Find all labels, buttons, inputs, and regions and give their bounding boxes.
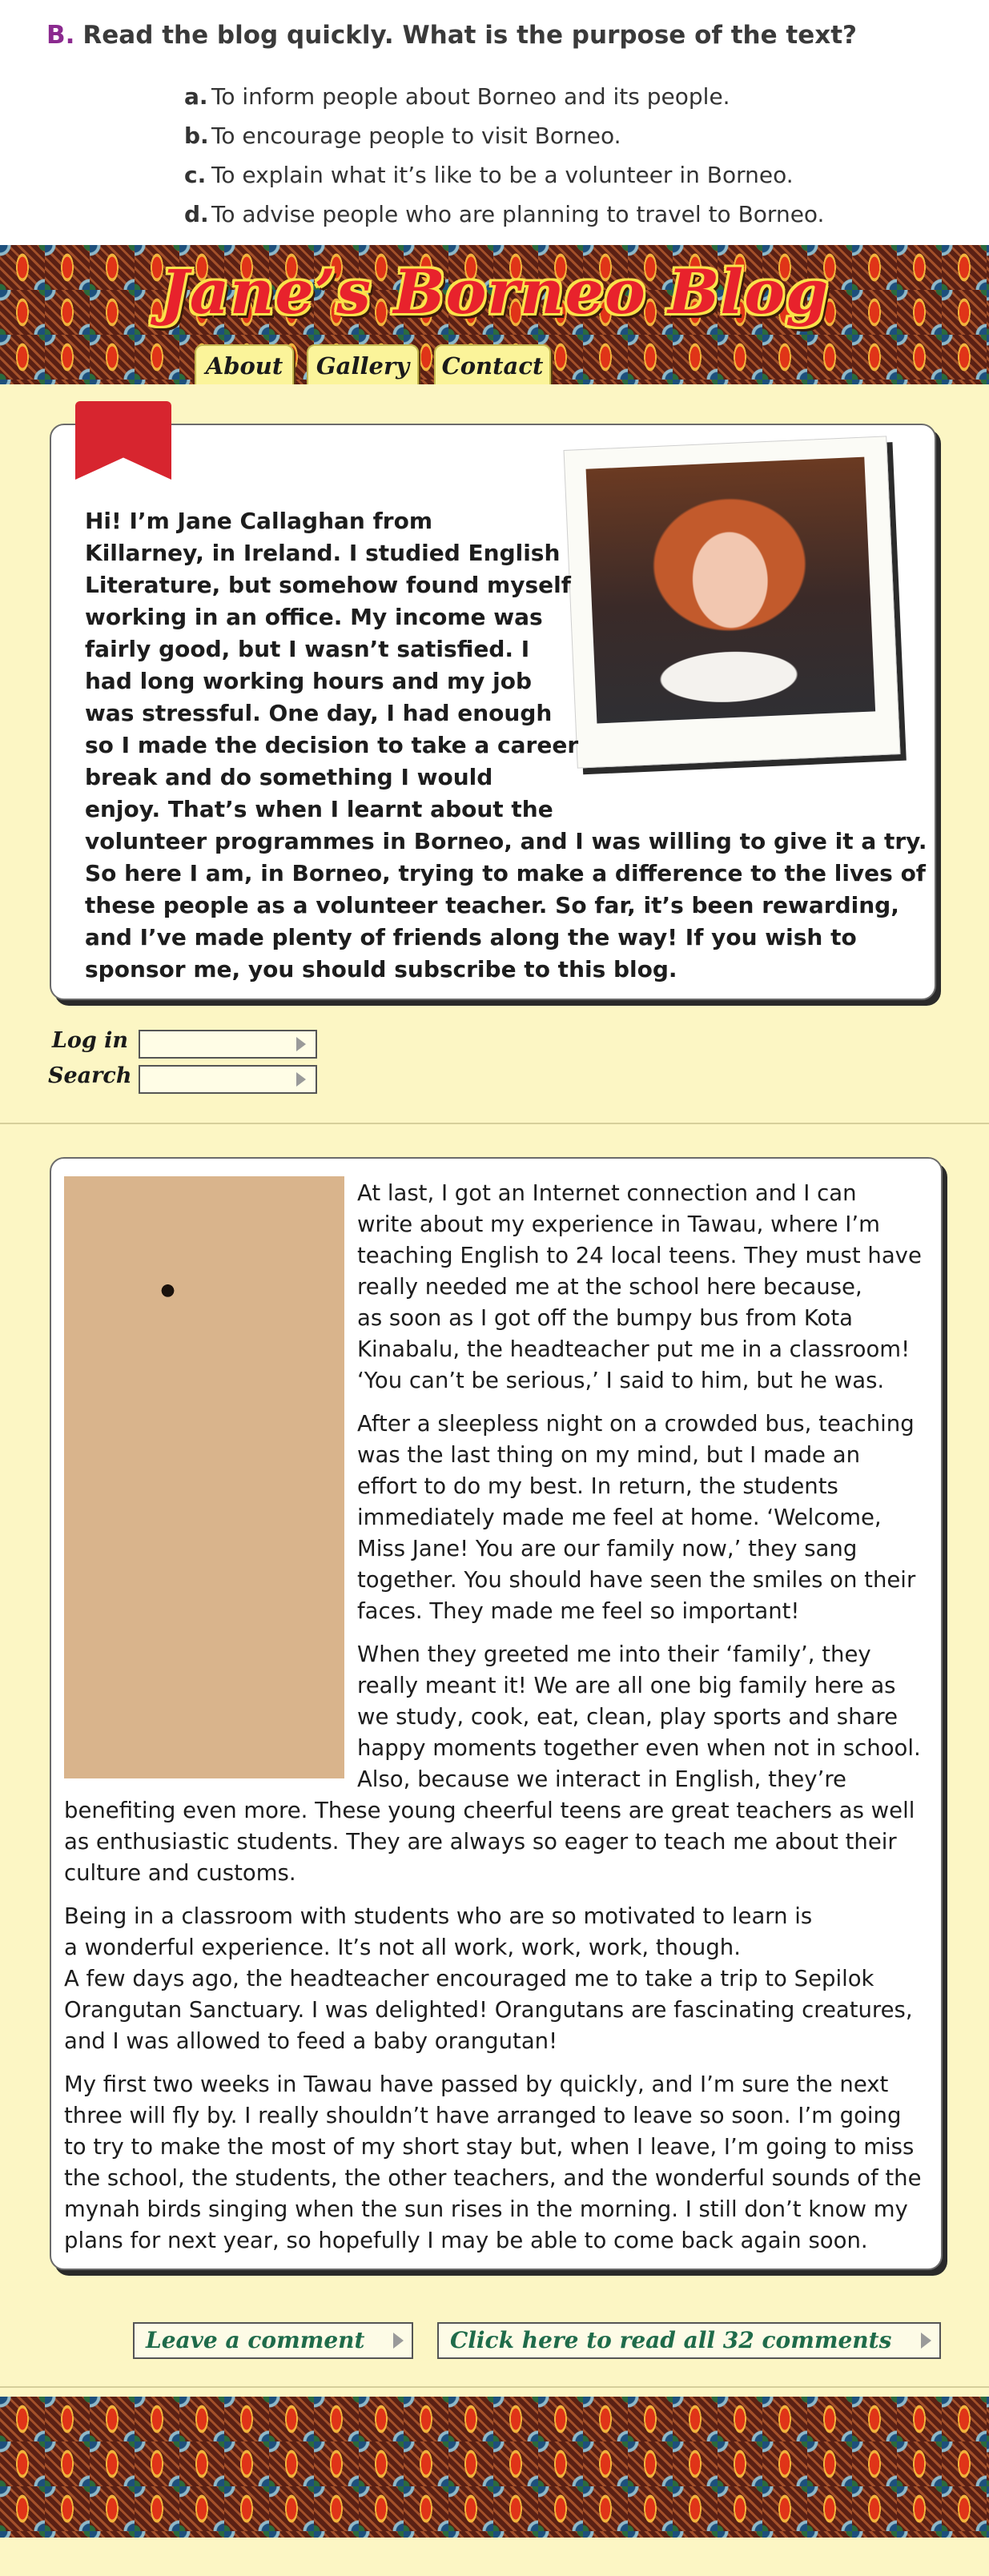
post-line: happy moments together even when not in … bbox=[357, 1735, 921, 1761]
intro-line: Literature, but somehow found myself bbox=[85, 572, 571, 598]
post-line: ‘You can’t be serious,’ I said to him, b… bbox=[357, 1368, 885, 1393]
option-key: a. bbox=[184, 83, 208, 110]
post-line: At last, I got an Internet connection an… bbox=[357, 1180, 857, 1206]
post-line: mynah birds singing when the sun rises i… bbox=[64, 2196, 908, 2222]
intro-line: sponsor me, you should subscribe to this… bbox=[85, 956, 677, 983]
option-text: To advise people who are planning to tra… bbox=[211, 201, 825, 227]
post-line: three will fly by. I really shouldn’t ha… bbox=[64, 2103, 902, 2128]
post-line: teaching English to 24 local teens. They… bbox=[357, 1243, 922, 1268]
question-title: B. Read the blog quickly. What is the pur… bbox=[46, 21, 857, 50]
intro-card: Hi! I’m Jane Callaghan from Killarney, i… bbox=[50, 401, 936, 1000]
intro-line: and I’ve made plenty of friends along th… bbox=[85, 924, 857, 950]
question-section: B. Read the blog quickly. What is the pur… bbox=[0, 0, 989, 245]
login-label: Log in bbox=[51, 1028, 128, 1053]
question-prompt: Read the blog quickly. What is the purpo… bbox=[82, 21, 858, 50]
option-text: To encourage people to visit Borneo. bbox=[211, 123, 621, 149]
intro-line: volunteer programmes in Borneo, and I wa… bbox=[85, 828, 927, 854]
post-line: to try to make the most of my short stay… bbox=[64, 2134, 915, 2160]
post-line: we study, cook, eat, clean, play sports … bbox=[357, 1704, 898, 1730]
blog-title: Jane’s Borneo Blog bbox=[159, 256, 830, 328]
bookmark-icon bbox=[75, 401, 171, 480]
intro-line: enjoy. That’s when I learnt about the bbox=[85, 796, 553, 822]
post-line: Being in a classroom with students who a… bbox=[64, 1903, 813, 1929]
leave-comment-label: Leave a comment bbox=[146, 2327, 365, 2353]
blog-panel: Hi! I’m Jane Callaghan from Killarney, i… bbox=[0, 384, 989, 2397]
search-input[interactable] bbox=[139, 1065, 317, 1094]
option-text: To inform people about Borneo and its pe… bbox=[211, 83, 730, 110]
post-line: a wonderful experience. It’s not all wor… bbox=[64, 1935, 741, 1960]
nav-tab-gallery[interactable]: Gallery bbox=[307, 344, 419, 388]
post-line: together. You should have seen the smile… bbox=[357, 1567, 916, 1593]
post-line: write about my experience in Tawau, wher… bbox=[357, 1212, 880, 1237]
post-line: When they greeted me into their ‘family’… bbox=[357, 1642, 871, 1667]
nav-tab-contact[interactable]: Contact bbox=[434, 344, 551, 388]
answer-option[interactable]: c. To explain what it’s like to be a volu… bbox=[184, 155, 824, 195]
intro-line: so I made the decision to take a career bbox=[85, 732, 579, 758]
login-input[interactable] bbox=[139, 1030, 317, 1059]
post-line: culture and customs. bbox=[64, 1860, 296, 1886]
answer-option[interactable]: a. To inform people about Borneo and its … bbox=[184, 77, 824, 116]
post-line: was the last thing on my mind, but I mad… bbox=[357, 1442, 861, 1468]
search-label: Search bbox=[48, 1063, 132, 1088]
post-line: immediately made me feel at home. ‘Welco… bbox=[357, 1505, 882, 1530]
leave-comment-button[interactable]: Leave a comment bbox=[133, 2322, 413, 2359]
post-line: A few days ago, the headteacher encourag… bbox=[64, 1966, 874, 1991]
intro-text: Hi! I’m Jane Callaghan from Killarney, i… bbox=[85, 505, 927, 986]
intro-line: was stressful. One day, I had enough bbox=[85, 700, 553, 726]
intro-line: break and do something I would bbox=[85, 764, 493, 790]
intro-line: working in an office. My income was bbox=[85, 604, 543, 630]
post-line: My first two weeks in Tawau have passed … bbox=[64, 2072, 889, 2097]
option-key: b. bbox=[184, 123, 209, 149]
intro-line: So here I am, in Borneo, trying to make … bbox=[85, 860, 926, 886]
post-line: benefiting even more. These young cheerf… bbox=[64, 1798, 915, 1823]
blog-post-card: At last, I got an Internet connection an… bbox=[50, 1157, 943, 2270]
question-letter: B. bbox=[46, 21, 75, 50]
post-line: Miss Jane! You are our family now,’ they… bbox=[357, 1536, 858, 1561]
intro-line: had long working hours and my job bbox=[85, 668, 533, 694]
intro-line: fairly good, but I wasn’t satisfied. I bbox=[85, 636, 530, 662]
option-text: To explain what it’s like to be a volunt… bbox=[211, 162, 794, 188]
post-line: really needed me at the school here beca… bbox=[357, 1274, 862, 1300]
intro-line: Hi! I’m Jane Callaghan from bbox=[85, 508, 432, 534]
footer-strip bbox=[0, 2538, 989, 2576]
blog-header-banner: Jane’s Borneo Blog About Gallery Contact bbox=[0, 245, 989, 388]
chevron-right-icon bbox=[921, 2333, 931, 2349]
post-line: After a sleepless night on a crowded bus… bbox=[357, 1411, 915, 1437]
post-line: Orangutan Sanctuary. I was delighted! Or… bbox=[64, 1997, 913, 2023]
section-divider bbox=[0, 2386, 989, 2388]
post-line: as soon as I got off the bumpy bus from … bbox=[357, 1305, 853, 1331]
read-comments-button[interactable]: Click here to read all 32 comments bbox=[437, 2322, 941, 2359]
intro-line: these people as a volunteer teacher. So … bbox=[85, 892, 899, 918]
post-line: Also, because we interact in English, th… bbox=[357, 1766, 846, 1792]
answer-option[interactable]: d. To advise people who are planning to t… bbox=[184, 195, 824, 234]
post-line: effort to do my best. In return, the stu… bbox=[357, 1473, 838, 1499]
post-line: plans for next year, so hopefully I may … bbox=[64, 2228, 868, 2253]
option-key: c. bbox=[184, 162, 207, 188]
answer-options: a. To inform people about Borneo and its … bbox=[184, 77, 824, 234]
post-line: really meant it! We are all one big fami… bbox=[357, 1673, 896, 1698]
post-line: faces. They made me feel so important! bbox=[357, 1598, 800, 1624]
chevron-right-icon bbox=[393, 2333, 404, 2349]
post-line: as enthusiastic students. They are alway… bbox=[64, 1829, 897, 1855]
post-line: Kinabalu, the headteacher put me in a cl… bbox=[357, 1336, 911, 1362]
blog-post-text: At last, I got an Internet connection an… bbox=[51, 1159, 944, 2272]
post-line: the school, the students, the other teac… bbox=[64, 2165, 922, 2191]
answer-option[interactable]: b. To encourage people to visit Borneo. bbox=[184, 116, 824, 155]
login-arrow-icon[interactable] bbox=[296, 1037, 306, 1051]
read-comments-label: Click here to read all 32 comments bbox=[450, 2327, 892, 2353]
section-divider bbox=[0, 1123, 989, 1124]
intro-line: Killarney, in Ireland. I studied English bbox=[85, 540, 561, 566]
blog-footer-banner bbox=[0, 2397, 989, 2538]
post-line: and I was allowed to feed a baby orangut… bbox=[64, 2028, 558, 2054]
nav-tab-about[interactable]: About bbox=[195, 344, 294, 388]
option-key: d. bbox=[184, 201, 209, 227]
search-arrow-icon[interactable] bbox=[296, 1072, 306, 1087]
